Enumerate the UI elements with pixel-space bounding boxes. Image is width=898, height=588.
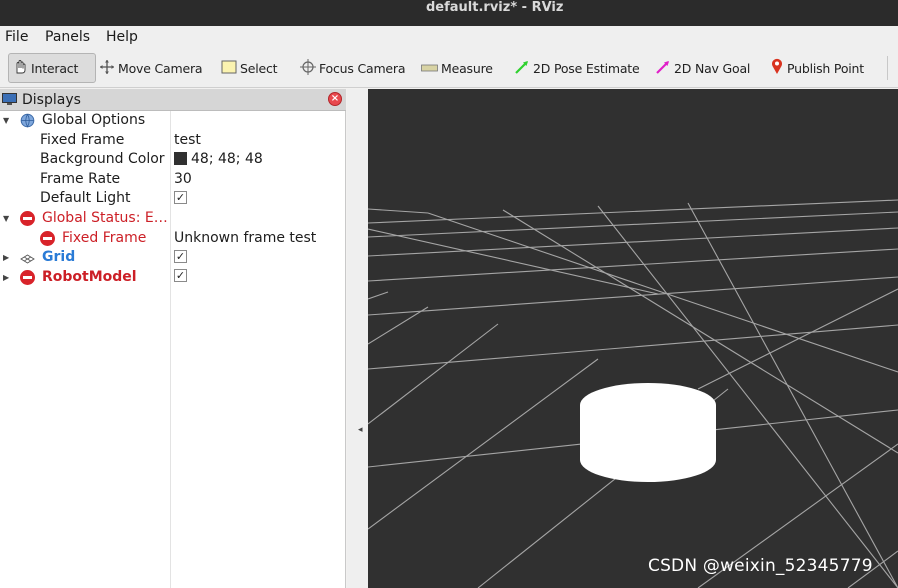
rviz-window: default.rviz* - RViz File Panels Help In…: [0, 0, 898, 588]
move-camera-tool-button[interactable]: Move Camera: [99, 53, 203, 83]
default-light-checkbox[interactable]: ✓: [174, 190, 187, 204]
grid-line: [368, 211, 898, 238]
publish-point-tool-button[interactable]: Publish Point: [770, 53, 864, 83]
interact-label: Interact: [31, 60, 79, 76]
focus-camera-label: Focus Camera: [319, 60, 406, 76]
grid-line: [427, 212, 898, 373]
scene-svg: [368, 199, 898, 588]
robot-model-label: RobotModel: [42, 268, 137, 285]
tree-row-frame-rate[interactable]: Frame Rate 30: [0, 170, 346, 190]
robot-model-enabled-checkbox[interactable]: ✓: [174, 269, 187, 283]
tree-row-background-color[interactable]: Background Color 48; 48; 48: [0, 150, 346, 170]
grid-line: [368, 291, 389, 300]
robot-model-value-cell: ✓: [174, 268, 187, 288]
grid-icon: [20, 250, 35, 265]
grid-line: [368, 228, 659, 295]
move-camera-icon: [99, 59, 115, 78]
grid-line: [368, 358, 599, 530]
default-light-value-cell: ✓: [174, 189, 187, 209]
globe-icon: [20, 113, 35, 128]
grid-line: [368, 208, 429, 214]
frame-rate-value[interactable]: 30: [174, 170, 192, 190]
toolbar-separator: [887, 56, 888, 80]
measure-label: Measure: [441, 60, 493, 76]
nav-goal-label: 2D Nav Goal: [674, 60, 751, 76]
robot-cylinder: [580, 383, 716, 482]
ruler-icon: [421, 61, 438, 76]
default-light-name: Default Light: [40, 190, 131, 207]
nav-goal-tool-button[interactable]: 2D Nav Goal: [655, 53, 750, 83]
select-tool-button[interactable]: Select: [221, 53, 278, 83]
expanded-arrow-icon[interactable]: ▼: [3, 111, 9, 131]
displays-panel: Displays × ▼ Global Options Fixed Frame …: [0, 89, 346, 588]
background-color-value: 48; 48; 48: [191, 151, 263, 168]
fixed-frame-name: Fixed Frame: [40, 131, 125, 148]
background-color-name: Background Color: [40, 151, 165, 168]
grid-line: [368, 248, 898, 282]
error-icon: [20, 211, 35, 226]
collapse-arrow-icon[interactable]: ◂: [358, 425, 363, 435]
grid-label: Grid: [42, 249, 76, 266]
pose-estimate-tool-button[interactable]: 2D Pose Estimate: [514, 53, 640, 83]
move-camera-label: Move Camera: [118, 60, 203, 76]
pose-estimate-label: 2D Pose Estimate: [533, 60, 640, 76]
tree-row-robot-model[interactable]: ▶ RobotModel ✓: [0, 268, 346, 288]
error-icon: [40, 230, 55, 246]
frame-rate-name: Frame Rate: [40, 170, 121, 187]
menu-file[interactable]: File: [5, 28, 28, 46]
close-icon[interactable]: ×: [328, 92, 342, 106]
panel-splitter[interactable]: ◂: [347, 89, 368, 588]
menu-bar: File Panels Help: [0, 26, 898, 48]
displays-header[interactable]: Displays ×: [0, 89, 346, 111]
select-label: Select: [240, 60, 278, 76]
fixed-frame-value[interactable]: test: [174, 131, 201, 151]
render-viewport[interactable]: [368, 89, 898, 588]
tree-row-status-fixed-frame[interactable]: Fixed Frame Unknown frame test: [0, 229, 346, 249]
displays-tree: ▼ Global Options Fixed Frame test Backgr…: [0, 111, 346, 588]
map-pin-icon: [770, 58, 784, 78]
monitor-icon: [2, 93, 17, 106]
window-title: default.rviz* - RViz: [426, 0, 564, 15]
select-rect-icon: [221, 60, 237, 77]
grid-line: [368, 323, 499, 425]
green-arrow-icon: [514, 59, 530, 78]
menu-help[interactable]: Help: [106, 28, 138, 46]
status-fixed-frame-value: Unknown frame test: [174, 229, 317, 246]
error-icon: [20, 269, 35, 285]
collapsed-arrow-icon[interactable]: ▶: [3, 248, 9, 268]
title-bar: default.rviz* - RViz: [0, 0, 898, 26]
grid-line: [368, 227, 898, 257]
status-fixed-frame-name: Fixed Frame: [62, 229, 147, 246]
watermark-text: CSDN @weixin_52345779: [648, 556, 873, 576]
publish-point-label: Publish Point: [787, 60, 864, 76]
focus-camera-tool-button[interactable]: Focus Camera: [300, 53, 406, 83]
tree-row-global-options[interactable]: ▼ Global Options: [0, 111, 346, 131]
menu-panels[interactable]: Panels: [45, 28, 90, 46]
collapsed-arrow-icon[interactable]: ▶: [3, 268, 9, 288]
displays-title: Displays: [22, 92, 81, 108]
global-status-label: Global Status: E…: [42, 210, 168, 226]
background-color-value-cell[interactable]: 48; 48; 48: [174, 150, 263, 170]
expanded-arrow-icon[interactable]: ▼: [3, 209, 9, 229]
tools-toolbar: Interact Move Camera Select Focus Camera…: [0, 48, 898, 88]
tree-row-grid[interactable]: ▶ Grid ✓: [0, 248, 346, 268]
measure-tool-button[interactable]: Measure: [421, 53, 493, 83]
magenta-arrow-icon: [655, 59, 671, 78]
global-options-label: Global Options: [42, 112, 146, 128]
tree-row-fixed-frame[interactable]: Fixed Frame test: [0, 131, 346, 151]
tree-row-global-status[interactable]: ▼ Global Status: E…: [0, 209, 346, 229]
grid-enabled-checkbox[interactable]: ✓: [174, 249, 187, 263]
grid-value-cell: ✓: [174, 248, 187, 268]
color-swatch[interactable]: [174, 151, 187, 165]
tree-row-default-light[interactable]: Default Light ✓: [0, 189, 346, 209]
focus-crosshair-icon: [300, 58, 316, 78]
interact-tool-button[interactable]: Interact: [8, 53, 96, 83]
hand-pointer-icon: [12, 59, 28, 78]
